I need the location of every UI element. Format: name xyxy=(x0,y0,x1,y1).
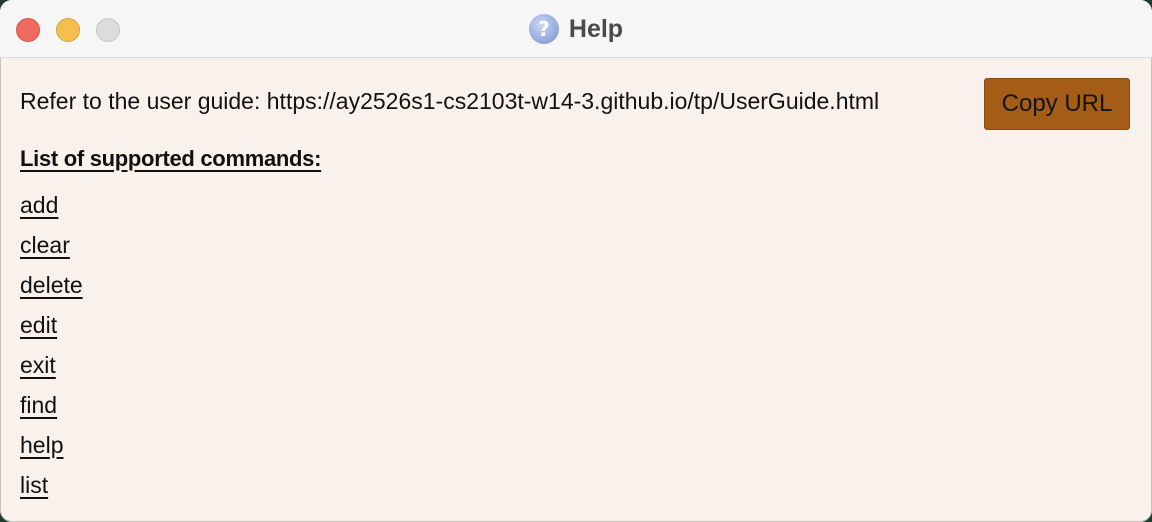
command-link[interactable]: exit xyxy=(20,352,56,378)
window-title-group: ? Help xyxy=(0,0,1152,58)
commands-heading: List of supported commands: xyxy=(20,146,322,171)
window-title: Help xyxy=(568,14,624,43)
command-link[interactable]: help xyxy=(20,432,63,458)
command-list: add clear delete edit exit find help lis… xyxy=(20,188,83,508)
command-link[interactable]: add xyxy=(20,192,58,218)
command-item-clear[interactable]: clear xyxy=(20,228,83,268)
command-link[interactable]: find xyxy=(20,392,57,418)
copy-url-button[interactable]: Copy URL xyxy=(984,78,1130,130)
command-link[interactable]: edit xyxy=(20,312,57,338)
command-item-delete[interactable]: delete xyxy=(20,268,83,308)
command-item-add[interactable]: add xyxy=(20,188,83,228)
command-item-exit[interactable]: exit xyxy=(20,348,83,388)
command-link[interactable]: list xyxy=(20,472,48,498)
help-content: Refer to the user guide: https://ay2526s… xyxy=(0,58,1152,522)
user-guide-text: Refer to the user guide: https://ay2526s… xyxy=(20,88,880,114)
command-item-help[interactable]: help xyxy=(20,428,83,468)
command-item-find[interactable]: find xyxy=(20,388,83,428)
command-link[interactable]: clear xyxy=(20,232,70,258)
help-question-icon: ? xyxy=(528,14,559,44)
command-item-list[interactable]: list xyxy=(20,468,83,508)
command-item-edit[interactable]: edit xyxy=(20,308,83,348)
command-link[interactable]: delete xyxy=(20,272,83,298)
help-window: ? Help Refer to the user guide: https://… xyxy=(0,0,1152,522)
title-bar[interactable]: ? Help xyxy=(0,0,1152,58)
